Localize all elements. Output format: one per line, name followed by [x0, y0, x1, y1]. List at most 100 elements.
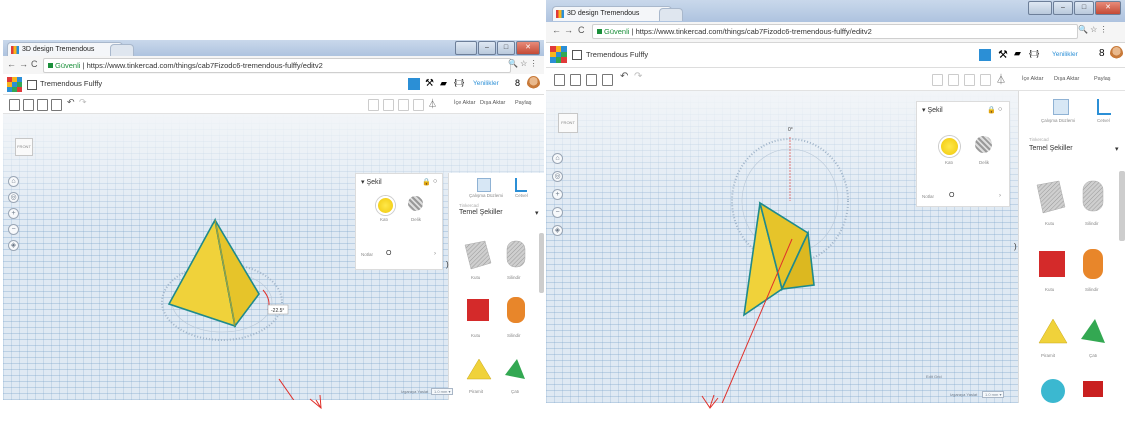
ruler-icon[interactable]: [515, 178, 527, 192]
hole-swatch[interactable]: [975, 136, 992, 153]
news-link[interactable]: Yenilikler: [473, 80, 499, 87]
zoom-star-icons[interactable]: 🔍 ☆ ⋮: [508, 59, 538, 68]
mirror-icon[interactable]: ⏃: [428, 97, 437, 110]
minimize-icon[interactable]: –: [1053, 1, 1073, 15]
group-icon[interactable]: [383, 99, 394, 111]
user-button[interactable]: [1028, 1, 1052, 15]
shape-panel-title[interactable]: ▾ Şekil: [361, 178, 382, 186]
solid-label: Katı: [945, 160, 954, 165]
ungroup-icon[interactable]: [964, 74, 975, 86]
forward-icon[interactable]: →: [19, 59, 28, 69]
back-icon[interactable]: ←: [552, 25, 561, 35]
user-button[interactable]: [455, 41, 477, 55]
lock-shape-icon[interactable]: 🔒: [422, 178, 431, 186]
solid-color-swatch[interactable]: [939, 136, 960, 157]
new-tab-button[interactable]: [659, 8, 683, 21]
library-category-select[interactable]: Temel Şekiller: [459, 209, 503, 216]
category-chevron-icon[interactable]: ▾: [535, 209, 539, 217]
avatar[interactable]: [527, 76, 540, 91]
forward-icon[interactable]: →: [564, 25, 573, 35]
design-name[interactable]: Tremendous Fulffy: [586, 50, 648, 59]
export-button[interactable]: Dışa Aktar: [480, 100, 505, 106]
notes-field[interactable]: O: [949, 192, 954, 199]
light-icon[interactable]: [368, 99, 379, 111]
zoom-star-icons[interactable]: 🔍 ☆ ⋮: [1078, 25, 1108, 34]
workplane-icon[interactable]: [1053, 99, 1069, 115]
browser-tab[interactable]: 3D design Tremendous ✕: [552, 6, 672, 21]
light-bulb-icon[interactable]: ○: [433, 178, 437, 185]
library-scrollbar[interactable]: [1119, 171, 1125, 241]
import-button[interactable]: İçe Aktar: [1022, 76, 1043, 82]
edit-grid-label[interactable]: Edit Grid: [926, 374, 942, 379]
briefcase-icon[interactable]: ▰: [1014, 48, 1026, 60]
design-list-icon[interactable]: [27, 80, 37, 90]
hole-swatch[interactable]: [408, 196, 423, 211]
box-red-thumb: [467, 299, 489, 321]
notes-field[interactable]: O: [386, 250, 391, 257]
redo-icon[interactable]: ↷: [79, 97, 87, 108]
tinkercad-logo[interactable]: [7, 77, 22, 92]
back-icon[interactable]: ←: [7, 59, 16, 69]
align-icon[interactable]: [413, 99, 424, 111]
close-window-icon[interactable]: ✕: [516, 41, 540, 55]
notes-chevron-icon[interactable]: ›: [999, 193, 1001, 199]
workplane-icon[interactable]: [477, 178, 491, 192]
export-button[interactable]: Dışa Aktar: [1054, 76, 1079, 82]
snap-grid-select[interactable]: 1.0 mm ▾: [431, 388, 454, 395]
solid-color-swatch[interactable]: [376, 196, 395, 215]
mirror-icon[interactable]: ⏃: [996, 71, 1006, 86]
maximize-icon[interactable]: □: [1074, 1, 1094, 15]
copy-icon[interactable]: [554, 74, 565, 86]
news-link[interactable]: Yenilikler: [1052, 51, 1078, 58]
tinkercad-logo[interactable]: [550, 46, 567, 63]
url-field[interactable]: Güvenli | https://www.tinkercad.com/thin…: [43, 58, 511, 73]
category-chevron-icon[interactable]: ▾: [1115, 145, 1119, 153]
duplicate-icon[interactable]: [586, 74, 597, 86]
align-icon[interactable]: [980, 74, 991, 86]
share-button[interactable]: Paylaş: [1094, 76, 1111, 82]
hammer-icon[interactable]: ⚒: [425, 78, 437, 90]
codeblocks-icon[interactable]: {□}: [1029, 49, 1041, 61]
undo-icon[interactable]: ↶: [67, 97, 75, 108]
copy-icon[interactable]: [9, 99, 20, 111]
notes-chevron-icon[interactable]: ›: [434, 251, 436, 257]
cylinder-orange-thumb: [1083, 249, 1103, 279]
ruler-icon[interactable]: [1097, 99, 1111, 115]
paste-icon[interactable]: [23, 99, 34, 111]
url-field[interactable]: Güvenli | https://www.tinkercad.com/thin…: [592, 24, 1078, 39]
codeblocks-icon[interactable]: {□}: [454, 78, 466, 90]
snap-grid-select[interactable]: 1.0 mm ▾: [982, 391, 1005, 398]
delete-icon[interactable]: [602, 74, 613, 86]
grid-view-button[interactable]: [408, 78, 420, 90]
import-button[interactable]: İçe Aktar: [454, 100, 475, 106]
panel-collapse-icon[interactable]: ): [446, 260, 449, 269]
browser-tab[interactable]: 3D design Tremendous ✕: [7, 42, 123, 57]
briefcase-icon[interactable]: ▰: [440, 78, 452, 90]
reload-icon[interactable]: C: [578, 25, 585, 35]
user-add-icon[interactable]: 8: [515, 78, 527, 90]
panel-collapse-icon[interactable]: ): [1014, 242, 1017, 251]
group-icon[interactable]: [948, 74, 959, 86]
close-window-icon[interactable]: ✕: [1095, 1, 1121, 15]
reload-icon[interactable]: C: [31, 59, 38, 69]
hammer-icon[interactable]: ⚒: [998, 48, 1010, 61]
lock-shape-icon[interactable]: 🔒: [987, 106, 996, 114]
design-list-icon[interactable]: [572, 50, 582, 60]
duplicate-icon[interactable]: [37, 99, 48, 111]
minimize-icon[interactable]: –: [478, 41, 496, 55]
library-scrollbar[interactable]: [539, 233, 544, 293]
library-category-select[interactable]: Temel Şekiller: [1029, 145, 1073, 152]
maximize-icon[interactable]: □: [497, 41, 515, 55]
design-name[interactable]: Tremendous Fulffy: [40, 79, 102, 88]
grid-view-button[interactable]: [979, 49, 991, 61]
light-bulb-icon[interactable]: ○: [998, 106, 1002, 113]
paste-icon[interactable]: [570, 74, 581, 86]
delete-icon[interactable]: [51, 99, 62, 111]
shape-panel-title[interactable]: ▾ Şekil: [922, 106, 943, 114]
share-button[interactable]: Paylaş: [515, 100, 532, 106]
redo-icon[interactable]: ↷: [634, 71, 642, 82]
avatar[interactable]: [1110, 46, 1123, 61]
undo-icon[interactable]: ↶: [620, 71, 628, 82]
ungroup-icon[interactable]: [398, 99, 409, 111]
light-icon[interactable]: [932, 74, 943, 86]
